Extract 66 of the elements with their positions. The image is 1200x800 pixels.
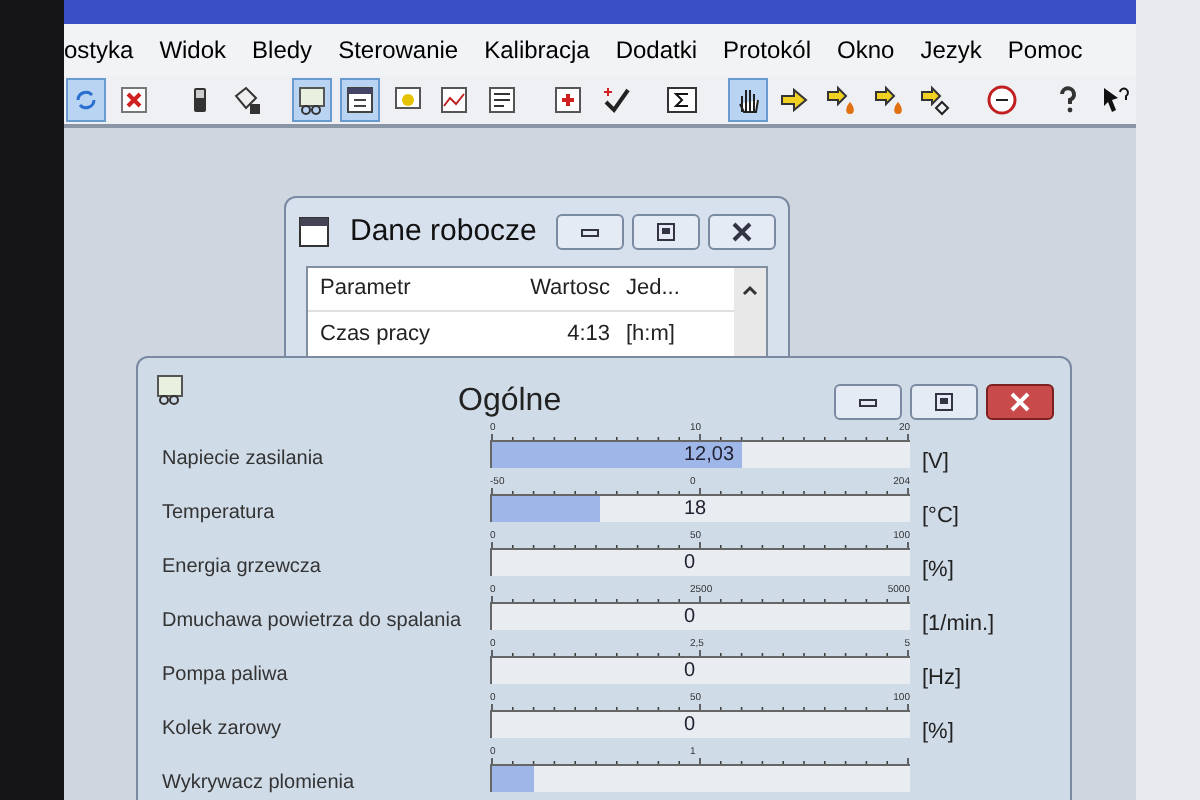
menu-item[interactable]: Okno [837,32,895,68]
table-cell-text: Czas pracy [320,319,433,350]
maximize-icon [652,220,680,244]
unit-label: [V] [922,448,949,476]
column-header[interactable]: Jed... [610,272,700,306]
meter-reading: 0 [684,604,696,630]
checkmark-icon [599,84,632,116]
calendar-icon [298,216,330,248]
menu-item[interactable]: Jezyk [920,32,982,68]
toolbar-button[interactable] [727,78,767,122]
line-chart-icon [438,84,471,116]
menu-item[interactable]: Pomoc [1007,32,1083,68]
menu-item[interactable]: Sterowanie [338,32,459,68]
unit-label: [Hz] [922,664,962,692]
scroll-up-icon[interactable] [740,280,760,300]
parameter-label: Napiecie zasilania [162,448,324,470]
pointer-help-icon [1100,84,1133,116]
table-cell-text: 4:13 [565,319,610,350]
meter-reading: 0 [684,550,696,576]
menu-item[interactable]: Dodatki [615,32,697,68]
maximize-button[interactable] [632,214,700,250]
parameter-label: Kolek zarowy [162,718,281,740]
column-header[interactable]: Parametr [320,272,500,306]
menu-item[interactable]: Bledy [252,32,313,68]
table-cell-text: [h:m] [624,319,677,350]
close-icon [1006,390,1034,414]
window-glasses-icon [154,374,186,406]
parameter-label: Energia grzewcza [162,556,321,578]
arrow-icon [778,84,811,116]
meter-reading: 0 [684,712,696,738]
arrow-flame-icon [873,84,906,116]
unit-label: [°C] [922,502,959,530]
parameter-label: Temperatura [162,502,275,524]
parameter-label: Pompa paliwa [162,664,288,686]
minimize-button[interactable] [834,384,902,420]
plus-icon [551,84,584,116]
menu-item[interactable]: ostyka [64,32,134,68]
menu-item[interactable]: Widok [159,32,227,68]
close-button[interactable] [708,214,776,250]
meter-reading: 18 [684,496,707,522]
unit-label: [%] [922,556,954,584]
meter-reading: 0 [684,658,696,684]
toolbar-button[interactable] [340,78,380,122]
unit-label: [1/min.] [922,610,995,638]
unit-label: [%] [922,718,954,746]
parameter-label: Wykrywacz plomienia [162,772,355,794]
list-icon [485,84,518,116]
maximize-icon [930,390,958,414]
arrow-flame-icon [826,84,859,116]
column-header[interactable]: Wartosc [500,272,610,306]
parameter-label: Dmuchawa powietrza do spalania [162,610,462,632]
close-icon [728,220,756,244]
cross-icon [117,84,150,116]
window-title: Dane robocze [350,211,537,252]
minimize-button[interactable] [556,214,624,250]
menu-item[interactable]: Kalibracja [484,32,590,68]
window-title: Ogólne [458,382,562,422]
window-glasses-icon [296,84,329,116]
calendar-icon [343,84,376,116]
meter-reading: 12,03 [684,442,735,468]
maximize-button[interactable] [910,384,978,420]
scrollbar[interactable] [734,268,766,356]
toolbar-button[interactable] [292,78,333,122]
sigma-icon [665,84,698,116]
close-button[interactable] [986,384,1054,420]
menu-item[interactable]: Protokól [723,32,812,68]
